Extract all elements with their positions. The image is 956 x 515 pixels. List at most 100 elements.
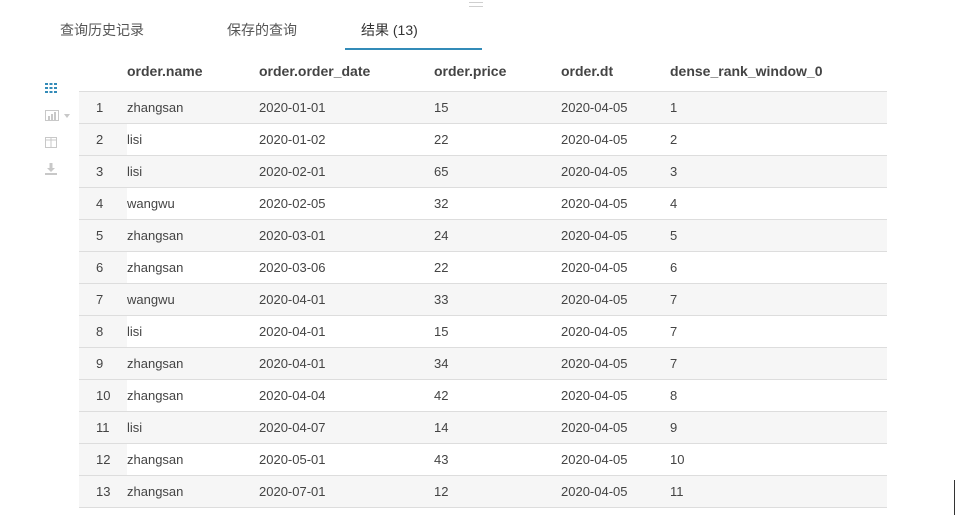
- cell-order-date: 2020-04-01: [259, 283, 434, 316]
- cell-dense-rank: 4: [670, 187, 887, 220]
- table-row: 8 lisi 2020-04-01 15 2020-04-05 7: [79, 315, 887, 348]
- cell-name: lisi: [127, 123, 259, 156]
- cell-price: 32: [434, 187, 561, 220]
- cell-dense-rank: 9: [670, 411, 887, 444]
- table-row: 5 zhangsan 2020-03-01 24 2020-04-05 5: [79, 219, 887, 252]
- cell-dt: 2020-04-05: [561, 187, 670, 220]
- cell-order-date: 2020-01-02: [259, 123, 434, 156]
- cell-name: zhangsan: [127, 251, 259, 284]
- row-number: 1: [79, 91, 127, 124]
- cell-dt: 2020-04-05: [561, 123, 670, 156]
- cell-order-date: 2020-04-07: [259, 411, 434, 444]
- cell-name: zhangsan: [127, 219, 259, 252]
- cell-dense-rank: 2: [670, 123, 887, 156]
- cell-price: 34: [434, 347, 561, 380]
- table-row: 2 lisi 2020-01-02 22 2020-04-05 2: [79, 123, 887, 156]
- cell-dense-rank: 10: [670, 443, 887, 476]
- table-row: 6 zhangsan 2020-03-06 22 2020-04-05 6: [79, 251, 887, 284]
- row-number-header: [79, 51, 127, 92]
- column-header-dense-rank[interactable]: dense_rank_window_0: [670, 51, 887, 92]
- cell-order-date: 2020-03-01: [259, 219, 434, 252]
- cell-name: zhangsan: [127, 443, 259, 476]
- chart-view-button[interactable]: [44, 109, 74, 125]
- cell-dense-rank: 7: [670, 315, 887, 348]
- cell-dt: 2020-04-05: [561, 155, 670, 188]
- row-number: 8: [79, 315, 127, 348]
- cell-price: 15: [434, 91, 561, 124]
- grid-icon: [44, 82, 74, 94]
- row-number: 9: [79, 347, 127, 380]
- cell-dt: 2020-04-05: [561, 251, 670, 284]
- cell-dense-rank: 5: [670, 219, 887, 252]
- results-table: order.name order.order_date order.price …: [79, 51, 887, 508]
- cell-order-date: 2020-04-01: [259, 347, 434, 380]
- cell-dense-rank: 7: [670, 283, 887, 316]
- cell-name: lisi: [127, 411, 259, 444]
- table-row: 9 zhangsan 2020-04-01 34 2020-04-05 7: [79, 347, 887, 380]
- cell-order-date: 2020-05-01: [259, 443, 434, 476]
- cell-price: 12: [434, 475, 561, 508]
- tab-results[interactable]: 结果 (13): [361, 20, 418, 51]
- cell-dense-rank: 1: [670, 91, 887, 124]
- row-number: 7: [79, 283, 127, 316]
- cell-dense-rank: 7: [670, 347, 887, 380]
- cell-name: wangwu: [127, 187, 259, 220]
- cell-dt: 2020-04-05: [561, 379, 670, 412]
- table-row: 1 zhangsan 2020-01-01 15 2020-04-05 1: [79, 91, 887, 124]
- table-row: 10 zhangsan 2020-04-04 42 2020-04-05 8: [79, 379, 887, 412]
- columns-icon: [44, 136, 74, 150]
- columns-view-button[interactable]: [44, 136, 74, 152]
- column-header-order-name[interactable]: order.name: [127, 51, 259, 92]
- cell-dt: 2020-04-05: [561, 315, 670, 348]
- cell-dt: 2020-04-05: [561, 347, 670, 380]
- table-row: 13 zhangsan 2020-07-01 12 2020-04-05 11: [79, 475, 887, 508]
- column-header-order-dt[interactable]: order.dt: [561, 51, 670, 92]
- row-number: 12: [79, 443, 127, 476]
- table-row: 12 zhangsan 2020-05-01 43 2020-04-05 10: [79, 443, 887, 476]
- cell-name: lisi: [127, 315, 259, 348]
- cell-name: wangwu: [127, 283, 259, 316]
- row-number: 2: [79, 123, 127, 156]
- cell-order-date: 2020-03-06: [259, 251, 434, 284]
- cell-name: zhangsan: [127, 379, 259, 412]
- cell-dt: 2020-04-05: [561, 475, 670, 508]
- cell-dt: 2020-04-05: [561, 283, 670, 316]
- cell-name: zhangsan: [127, 347, 259, 380]
- row-number: 11: [79, 411, 127, 444]
- column-header-order-date[interactable]: order.order_date: [259, 51, 434, 92]
- cell-dense-rank: 6: [670, 251, 887, 284]
- cell-name: zhangsan: [127, 91, 259, 124]
- download-button[interactable]: [44, 162, 74, 178]
- cell-dense-rank: 11: [670, 475, 887, 508]
- row-number: 10: [79, 379, 127, 412]
- cell-order-date: 2020-02-05: [259, 187, 434, 220]
- cell-price: 14: [434, 411, 561, 444]
- column-header-order-price[interactable]: order.price: [434, 51, 561, 92]
- cell-price: 33: [434, 283, 561, 316]
- cell-order-date: 2020-07-01: [259, 475, 434, 508]
- cell-dt: 2020-04-05: [561, 91, 670, 124]
- cell-price: 43: [434, 443, 561, 476]
- cell-dt: 2020-04-05: [561, 411, 670, 444]
- table-row: 3 lisi 2020-02-01 65 2020-04-05 3: [79, 155, 887, 188]
- cell-order-date: 2020-04-04: [259, 379, 434, 412]
- active-tab-indicator: [345, 48, 482, 50]
- tab-query-history[interactable]: 查询历史记录: [60, 20, 144, 51]
- grid-view-button[interactable]: [44, 82, 74, 98]
- result-tabs: 查询历史记录 保存的查询 结果 (13): [0, 0, 956, 52]
- cell-price: 22: [434, 251, 561, 284]
- cell-order-date: 2020-02-01: [259, 155, 434, 188]
- tab-saved-queries[interactable]: 保存的查询: [227, 20, 297, 51]
- cell-dense-rank: 8: [670, 379, 887, 412]
- scrollbar-edge[interactable]: [954, 480, 955, 515]
- cell-dense-rank: 3: [670, 155, 887, 188]
- row-number: 3: [79, 155, 127, 188]
- download-icon: [44, 162, 74, 176]
- cell-price: 22: [434, 123, 561, 156]
- table-row: 4 wangwu 2020-02-05 32 2020-04-05 4: [79, 187, 887, 220]
- table-header-row: order.name order.order_date order.price …: [79, 51, 887, 92]
- table-row: 11 lisi 2020-04-07 14 2020-04-05 9: [79, 411, 887, 444]
- cell-price: 24: [434, 219, 561, 252]
- cell-price: 65: [434, 155, 561, 188]
- cell-dt: 2020-04-05: [561, 443, 670, 476]
